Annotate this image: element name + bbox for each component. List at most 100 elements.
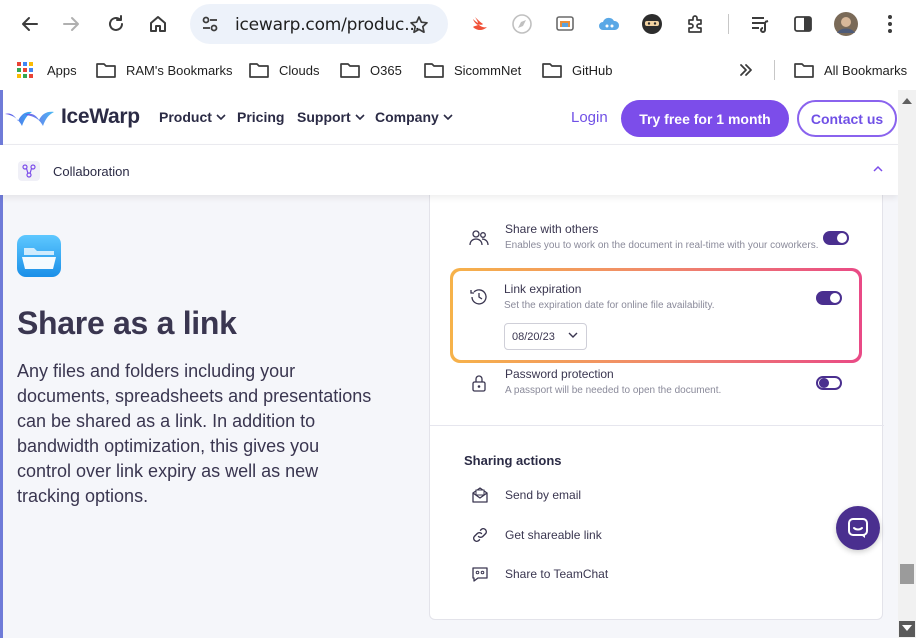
teamchat-icon (470, 565, 490, 583)
bookmarks-bar: Apps RAM's Bookmarks Clouds O365 SicommN… (0, 50, 916, 90)
site-settings-icon[interactable] (200, 14, 220, 34)
try-free-button[interactable]: Try free for 1 month (621, 100, 789, 137)
home-icon (150, 16, 166, 32)
email-icon (470, 486, 490, 504)
clock-history-icon (468, 286, 490, 308)
folder-share-icon (17, 235, 61, 277)
action-label: Share to TeamChat (505, 567, 609, 581)
lock-icon (468, 372, 490, 394)
ninja-extension-icon[interactable] (640, 12, 664, 36)
nav-product-label: Product (159, 109, 212, 125)
chevron-down-icon (568, 332, 578, 338)
action-label: Get shareable link (505, 528, 602, 542)
url-text[interactable]: icewarp.com/produc... (235, 15, 420, 35)
bookmark-label: O365 (370, 62, 402, 78)
contact-us-button[interactable]: Contact us (797, 100, 897, 137)
option-expiration-title: Link expiration (504, 282, 582, 296)
browser-toolbar: icewarp.com/produc... (0, 0, 916, 50)
icewarp-logo[interactable]: IceWarp (5, 103, 140, 131)
screenshot-extension-icon[interactable] (553, 12, 577, 36)
login-link[interactable]: Login (571, 109, 608, 126)
expiration-date-value: 08/20/23 (512, 330, 555, 343)
apps-grid-icon (16, 61, 38, 79)
more-bookmarks-button[interactable] (738, 59, 754, 81)
back-arrow-icon (22, 17, 38, 31)
compass-extension-icon[interactable] (510, 12, 534, 36)
scroll-up-arrow-icon[interactable] (902, 98, 912, 104)
nav-company-label: Company (375, 109, 439, 125)
subnav-collaboration-label[interactable]: Collaboration (53, 164, 130, 179)
page-viewport: IceWarp Product Pricing Support Company … (0, 90, 898, 638)
profile-avatar-icon[interactable] (834, 12, 858, 36)
chevron-down-icon (443, 114, 453, 120)
nav-support-label: Support (297, 109, 351, 125)
bookmark-rams-bookmarks[interactable]: RAM's Bookmarks (95, 59, 233, 81)
password-protection-toggle[interactable] (816, 376, 842, 390)
toggle-knob (830, 293, 840, 303)
bookmark-apps[interactable]: Apps (16, 59, 77, 81)
toggle-knob (819, 378, 829, 388)
chevron-up-icon[interactable] (872, 165, 884, 173)
link-icon (470, 526, 490, 544)
sharing-actions-heading: Sharing actions (464, 453, 562, 468)
folder-icon (339, 61, 361, 79)
scroll-down-arrow-icon[interactable] (899, 621, 915, 637)
extensions-puzzle-icon[interactable] (684, 12, 708, 36)
sharing-options-card: Share with others Enables you to work on… (429, 180, 884, 620)
users-icon (468, 227, 490, 249)
share-to-teamchat-action[interactable]: Share to TeamChat (470, 564, 608, 584)
side-panel-icon[interactable] (791, 12, 815, 36)
bookmark-star-icon[interactable] (408, 14, 430, 36)
share-with-others-toggle[interactable] (823, 231, 849, 245)
nav-pricing[interactable]: Pricing (237, 109, 284, 125)
expiration-date-select[interactable]: 08/20/23 (504, 323, 587, 350)
get-shareable-link-action[interactable]: Get shareable link (470, 525, 602, 545)
nav-pricing-label: Pricing (237, 109, 285, 125)
browser-menu-icon[interactable] (878, 12, 902, 36)
link-expiration-panel: Link expiration Set the expiration date … (453, 271, 859, 360)
all-bookmarks-button[interactable]: All Bookmarks (793, 59, 907, 81)
bookmark-label: Apps (47, 62, 77, 78)
page-scrollbar[interactable] (898, 90, 916, 638)
nav-company[interactable]: Company (375, 109, 453, 125)
sub-nav-bar: Collaboration (0, 145, 898, 195)
folder-icon (541, 61, 563, 79)
address-bar[interactable]: icewarp.com/produc... (190, 4, 448, 44)
chevron-down-icon (355, 114, 365, 120)
send-by-email-action[interactable]: Send by email (470, 485, 581, 505)
swift-extension-icon[interactable] (468, 12, 492, 36)
reload-button[interactable] (101, 9, 131, 39)
bookmark-label: Clouds (279, 62, 320, 78)
forward-arrow-icon (63, 17, 79, 31)
icewarp-wave-icon (5, 111, 54, 126)
option-share-desc: Enables you to work on the document in r… (505, 240, 819, 251)
link-expiration-toggle[interactable] (816, 291, 842, 305)
folder-icon (248, 61, 270, 79)
bookmark-clouds[interactable]: Clouds (248, 59, 319, 81)
option-expiration-desc: Set the expiration date for online file … (504, 300, 715, 311)
option-password-desc: A passport will be needed to open the do… (505, 385, 722, 396)
hero-description: Any files and folders including your doc… (17, 361, 372, 506)
nav-support[interactable]: Support (297, 109, 365, 125)
site-header: IceWarp Product Pricing Support Company … (0, 90, 898, 145)
scrollbar-thumb[interactable] (900, 564, 914, 584)
option-password-title: Password protection (505, 367, 614, 381)
card-divider (430, 425, 884, 426)
bookmarks-divider (774, 60, 775, 80)
folder-icon (423, 61, 445, 79)
bookmark-label: GitHub (572, 62, 613, 78)
bookmark-o365[interactable]: O365 (339, 59, 402, 81)
forward-button[interactable] (56, 9, 86, 39)
home-button[interactable] (143, 9, 173, 39)
double-chevron-right-icon (740, 64, 752, 76)
bookmark-label: RAM's Bookmarks (126, 62, 233, 78)
media-controls-icon[interactable] (748, 12, 772, 36)
nav-product[interactable]: Product (159, 109, 226, 125)
bookmark-github[interactable]: GitHub (541, 59, 612, 81)
back-button[interactable] (15, 9, 45, 39)
cloud-extension-icon[interactable] (597, 12, 621, 36)
bookmark-label: SicommNet (454, 62, 522, 78)
chat-launcher-button[interactable] (836, 506, 880, 550)
bookmark-sicommnet[interactable]: SicommNet (423, 59, 521, 81)
link-expiration-highlight: Link expiration Set the expiration date … (450, 268, 862, 363)
